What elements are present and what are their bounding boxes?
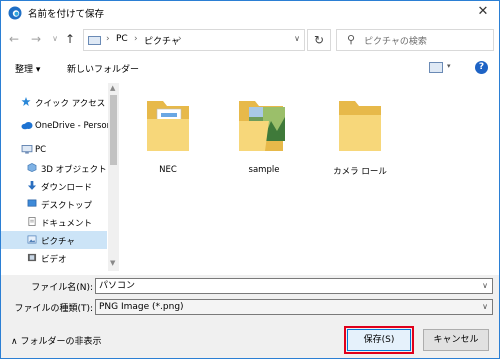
folder-label: sample (248, 165, 280, 175)
close-icon[interactable]: ✕ (475, 4, 491, 19)
sidebar-item-label: ピクチャ (41, 237, 75, 247)
filetype-value: PNG Image (*.png) (99, 302, 184, 312)
sidebar-item-label: デスクトップ (41, 201, 93, 211)
sidebar-item-label: 3D オブジェクト (41, 165, 107, 175)
filename-field[interactable]: パソコン ∨ (95, 278, 493, 294)
sidebar-item-label: クイック アクセス (35, 99, 106, 109)
hide-folders-toggle[interactable]: ∧ フォルダーの非表示 (11, 334, 101, 347)
forward-icon[interactable]: → (29, 32, 43, 46)
folder-with-photos-icon (239, 101, 285, 151)
filename-value: パソコン (99, 281, 136, 291)
filetype-select[interactable]: PNG Image (*.png) ∨ (95, 299, 493, 315)
video-icon (27, 253, 37, 262)
save-fields: ファイル名(N): パソコン ∨ ファイルの種類(T): PNG Image (… (1, 275, 499, 319)
sidebar-item-pc[interactable]: PC (1, 141, 107, 159)
chevron-down-icon[interactable]: ∨ (482, 279, 488, 293)
computer-icon (21, 145, 33, 154)
address-row: ← → ∨ ↑ › PC › ピクチャ › ∨ ↻ ⚲ ピクチャの検索 (1, 27, 499, 53)
sidebar-item-label: ドキュメント (41, 219, 93, 229)
save-button[interactable]: 保存(S) (344, 326, 414, 354)
command-bar: 整理 ▾ 新しいフォルダー ▾ ? (1, 57, 499, 79)
sidebar-item-label: ビデオ (41, 255, 67, 265)
navigation-pane: クイック アクセス OneDrive - Person PC 3D オブジェクト… (1, 83, 121, 271)
breadcrumb-separator: › (178, 34, 182, 44)
download-icon (27, 181, 37, 190)
sidebar-item-documents[interactable]: ドキュメント (1, 213, 107, 231)
app-icon (8, 6, 22, 20)
sidebar-item-desktop[interactable]: デスクトップ (1, 195, 107, 213)
organize-button[interactable]: 整理 ▾ (15, 62, 40, 75)
address-dropdown-icon[interactable]: ∨ (294, 34, 300, 43)
document-icon (28, 217, 36, 226)
sidebar-item-onedrive[interactable]: OneDrive - Person (1, 117, 112, 135)
sidebar-item-quick-access[interactable]: クイック アクセス (1, 93, 107, 111)
cube-icon (27, 163, 37, 172)
sidebar-item-videos[interactable]: ビデオ (1, 249, 107, 267)
folder-item-nec[interactable]: NEC (133, 91, 203, 175)
filetype-label: ファイルの種類(T): (14, 304, 93, 314)
folder-label: NEC (159, 165, 177, 175)
chevron-down-icon[interactable]: ∨ (482, 300, 488, 314)
back-icon[interactable]: ← (7, 32, 21, 46)
sidebar-item-downloads[interactable]: ダウンロード (1, 177, 107, 195)
folder-icon (339, 101, 381, 151)
dialog-footer: ∧ フォルダーの非表示 保存(S) キャンセル (1, 319, 499, 358)
title-bar: 名前を付けて保存 ✕ (1, 1, 499, 25)
computer-icon (88, 36, 101, 45)
breadcrumb-separator: › (134, 34, 138, 44)
search-input[interactable]: ⚲ ピクチャの検索 (336, 29, 494, 51)
scroll-down-icon[interactable]: ▼ (110, 259, 115, 267)
scroll-up-icon[interactable]: ▲ (110, 84, 115, 92)
pictures-icon (27, 235, 37, 244)
sidebar-item-pictures[interactable]: ピクチャ (1, 231, 107, 249)
star-icon (21, 97, 31, 106)
search-placeholder: ピクチャの検索 (364, 37, 427, 47)
sidebar-item-3d-objects[interactable]: 3D オブジェクト (1, 159, 107, 177)
window-title: 名前を付けて保存 (28, 9, 105, 20)
cancel-button[interactable]: キャンセル (423, 329, 489, 351)
breadcrumb-separator: › (106, 34, 110, 44)
view-dropdown-icon[interactable]: ▾ (447, 62, 451, 70)
up-icon[interactable]: ↑ (63, 32, 77, 46)
file-list: NEC sample カメラ ロール (121, 83, 499, 271)
folder-with-documents-icon (147, 101, 189, 151)
sidebar-item-label: ダウンロード (41, 183, 93, 193)
view-options-icon[interactable] (429, 62, 443, 73)
new-folder-button[interactable]: 新しいフォルダー (67, 62, 139, 75)
folder-item-sample[interactable]: sample (229, 91, 299, 175)
address-bar[interactable]: › PC › ピクチャ › ∨ (83, 29, 305, 51)
sidebar-item-label: OneDrive - Person (35, 121, 113, 131)
help-icon[interactable]: ? (475, 61, 488, 74)
breadcrumb-pictures[interactable]: ピクチャ (144, 34, 180, 47)
folder-label: カメラ ロール (333, 167, 387, 177)
save-as-dialog: 名前を付けて保存 ✕ ← → ∨ ↑ › PC › ピクチャ › ∨ ↻ ⚲ ピ… (0, 0, 500, 359)
folder-item-camera-roll[interactable]: カメラ ロール (325, 91, 395, 177)
refresh-icon: ↻ (313, 33, 325, 47)
filename-label: ファイル名(N): (31, 283, 93, 293)
desktop-icon (27, 199, 37, 207)
cloud-icon (21, 122, 33, 130)
scrollbar-thumb[interactable] (110, 95, 117, 165)
sidebar-scrollbar[interactable]: ▲ ▼ (108, 83, 119, 271)
breadcrumb-pc[interactable]: PC (116, 34, 128, 44)
sidebar-item-label: PC (35, 145, 47, 155)
search-icon: ⚲ (347, 33, 356, 46)
refresh-button[interactable]: ↻ (307, 29, 331, 51)
recent-locations-icon[interactable]: ∨ (48, 34, 62, 43)
